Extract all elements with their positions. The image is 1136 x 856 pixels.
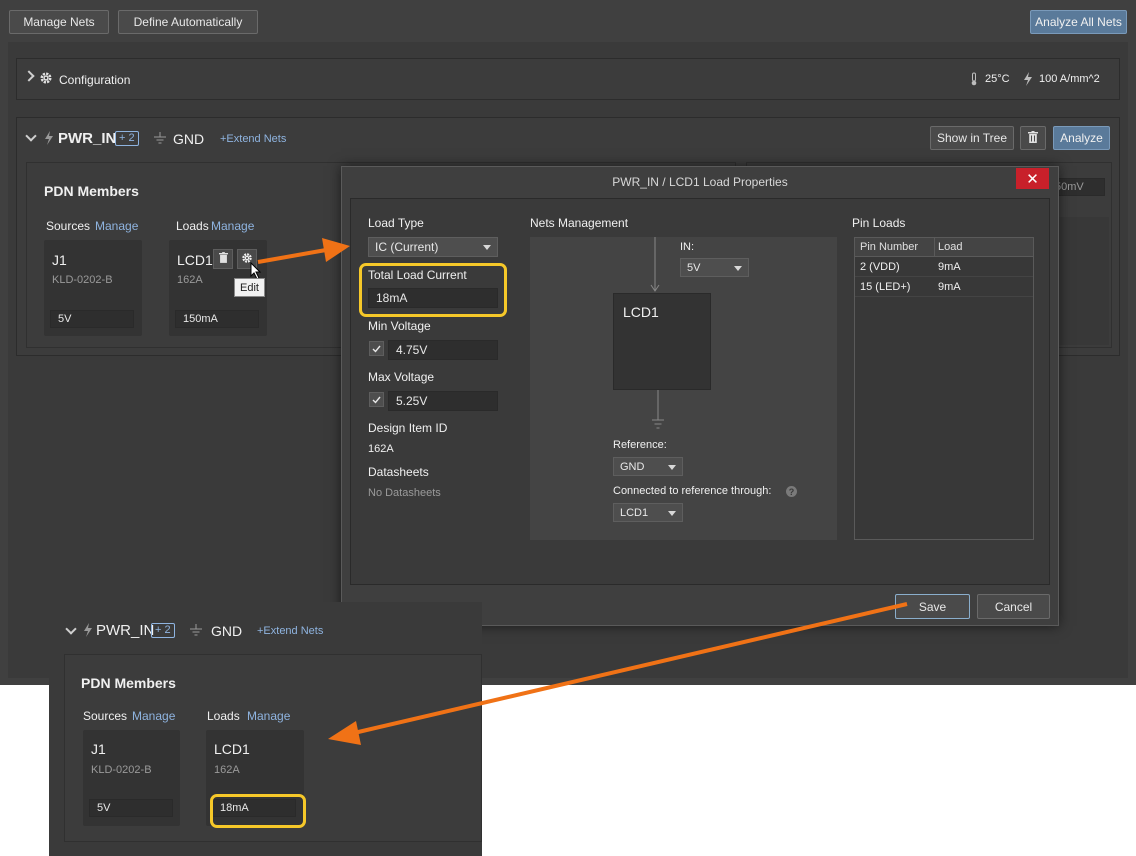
annotation-arrows: [257, 238, 908, 745]
arrow-from-save-to-result: [328, 602, 908, 745]
arrow-to-load-type: [257, 238, 350, 264]
